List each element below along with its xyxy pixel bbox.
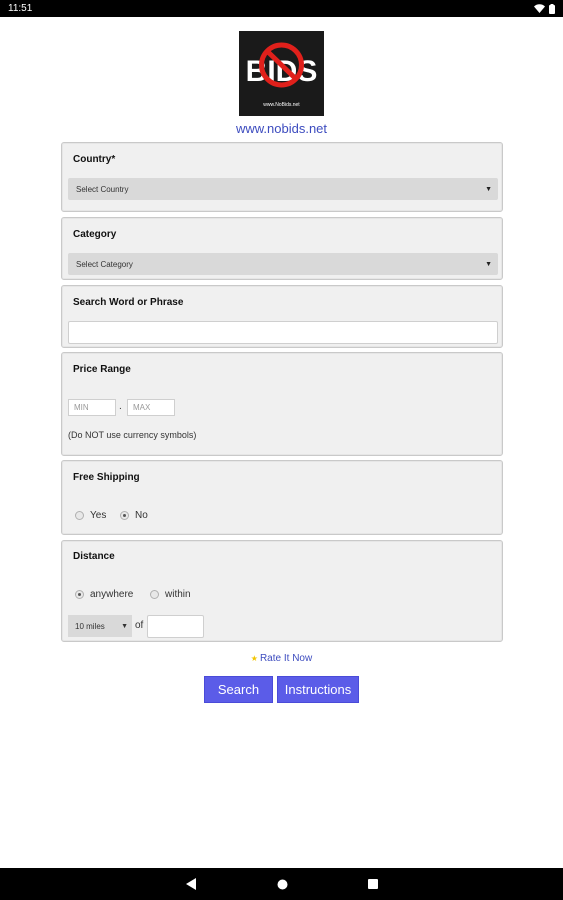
shipping-no-radio[interactable]	[120, 511, 129, 520]
search-label: Search Word or Phrase	[73, 297, 184, 308]
site-link[interactable]: www.nobids.net	[0, 121, 563, 136]
distance-label: Distance	[73, 551, 115, 562]
country-select[interactable]: Select Country ▼	[68, 178, 498, 200]
search-input[interactable]	[68, 321, 498, 344]
price-min-input[interactable]: MIN	[68, 399, 116, 416]
chevron-down-icon: ▼	[485, 185, 492, 193]
category-label: Category	[73, 229, 117, 240]
search-button[interactable]: Search	[204, 676, 273, 703]
distance-anywhere-label: anywhere	[90, 589, 134, 600]
distance-within-radio[interactable]	[150, 590, 159, 599]
price-panel: Price Range MIN . MAX (Do NOT use curren…	[61, 352, 503, 456]
android-nav-bar	[0, 868, 563, 900]
instructions-button[interactable]: Instructions	[277, 676, 359, 703]
price-separator: .	[119, 401, 122, 412]
home-icon[interactable]	[277, 879, 288, 890]
country-select-value: Select Country	[76, 184, 129, 194]
distance-within-label: within	[165, 589, 191, 600]
rate-it-now-link[interactable]: ★ Rate It Now	[0, 653, 563, 664]
category-select-value: Select Category	[76, 259, 133, 269]
rate-it-now-label: Rate It Now	[259, 653, 313, 664]
miles-select-value: 10 miles	[75, 621, 105, 631]
category-select[interactable]: Select Category ▼	[68, 253, 498, 275]
free-shipping-panel: Free Shipping Yes No	[61, 460, 503, 535]
price-max-input[interactable]: MAX	[127, 399, 175, 416]
shipping-no-label: No	[135, 510, 148, 521]
shipping-yes-radio[interactable]	[75, 511, 84, 520]
shipping-yes-label: Yes	[90, 510, 107, 521]
search-panel: Search Word or Phrase	[61, 285, 503, 348]
status-bar: 11:51	[0, 0, 563, 17]
price-label: Price Range	[73, 364, 131, 375]
logo-caption: www.NoBids.net	[263, 102, 300, 108]
chevron-down-icon: ▼	[121, 622, 128, 630]
miles-select[interactable]: 10 miles ▼	[68, 615, 132, 637]
category-panel: Category Select Category ▼	[61, 217, 503, 280]
zip-input[interactable]	[147, 615, 204, 638]
recents-icon[interactable]	[367, 879, 378, 889]
of-label: of	[135, 620, 144, 631]
distance-panel: Distance anywhere within 10 miles ▼ of	[61, 540, 503, 642]
free-shipping-label: Free Shipping	[73, 472, 140, 483]
status-time: 11:51	[8, 3, 33, 14]
country-panel: Country* Select Country ▼	[61, 142, 503, 212]
back-icon[interactable]	[185, 878, 197, 890]
battery-icon	[549, 3, 555, 14]
status-icons	[534, 3, 555, 14]
country-label: Country*	[73, 154, 116, 165]
price-hint: (Do NOT use currency symbols)	[68, 430, 197, 440]
star-icon: ★	[250, 654, 258, 663]
nobids-logo: BIDS www.NoBids.net	[239, 31, 324, 116]
wifi-icon	[534, 4, 545, 13]
chevron-down-icon: ▼	[485, 260, 492, 268]
distance-anywhere-radio[interactable]	[75, 590, 84, 599]
